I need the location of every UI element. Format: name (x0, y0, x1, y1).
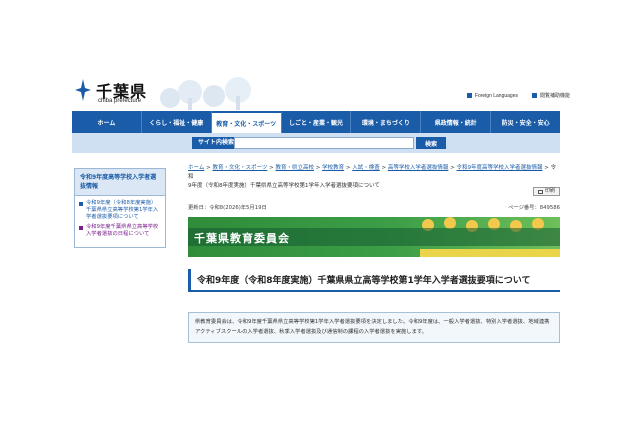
sidebar-item-guideline[interactable]: 令和9年度（令和8年度実施）千葉県県立高等学校第1学年入学者選抜要項について (79, 200, 161, 221)
nav-item-government[interactable]: 県政情報・統計 (421, 111, 492, 133)
search-label: サイト内検索 (192, 137, 241, 149)
nav-item-education[interactable]: 教育・文化・スポーツ (211, 111, 282, 133)
nav-item-home[interactable]: ホーム (72, 111, 142, 133)
nav-item-safety[interactable]: 防災・安全・安心 (491, 111, 560, 133)
chiba-star-icon (75, 79, 91, 101)
bullet-icon (79, 226, 83, 230)
utility-links: Foreign Languages 閲覧補助機能 (466, 92, 570, 99)
sidebar-heading[interactable]: 令和9年度高等学校入学者選抜情報 (75, 169, 165, 196)
site-header: 千葉県 chiba prefecture Foreign Languages 閲… (0, 0, 640, 110)
breadcrumb-highschool-selection[interactable]: 高等学校入学者選抜情報 (388, 165, 449, 171)
page-body: 県教育委員会は、令和9年度千葉県県立高等学校第1学年入学者選抜要項を決定しました… (188, 312, 560, 343)
logo-subtitle: chiba prefecture (98, 98, 142, 104)
breadcrumb: ホーム > 教育・文化・スポーツ > 教育・県立高校 > 学校教育 > 入試・検… (188, 164, 560, 191)
print-label: 印刷 (544, 188, 555, 194)
breadcrumb-school-education[interactable]: 学校教育 (322, 165, 344, 171)
nav-item-work[interactable]: しごと・産業・観光 (282, 111, 352, 133)
accessibility-icon (531, 93, 537, 98)
page-meta: 更新日：令和8(2026)年5月19日 ページ番号：849586 (188, 203, 560, 213)
search-bar: サイト内検索 検索 (72, 133, 560, 153)
global-nav: ホーム くらし・福祉・健康 教育・文化・スポーツ しごと・産業・観光 環境・まち… (72, 111, 560, 133)
sidebar: 令和9年度高等学校入学者選抜情報 令和9年度（令和8年度実施）千葉県県立高等学校… (74, 168, 166, 248)
foreign-languages-link[interactable]: Foreign Languages (466, 92, 518, 99)
search-button[interactable]: 検索 (416, 137, 446, 149)
accessibility-label: 閲覧補助機能 (539, 93, 570, 99)
breadcrumb-separator: > (313, 165, 323, 171)
breadcrumb-education[interactable]: 教育・文化・スポーツ (212, 165, 267, 171)
page-number: ページ番号：849586 (508, 205, 560, 211)
board-of-education-banner: 千葉県教育委員会 (188, 217, 560, 257)
updated-date: 更新日：令和8(2026)年5月19日 (188, 205, 267, 211)
breadcrumb-current: 9年度（令和8年度実施）千葉県県立高等学校第1学年入学者選抜要項について (188, 183, 380, 189)
sidebar-item-label: 令和9年度（令和8年度実施）千葉県県立高等学校第1学年入学者選抜要項について (86, 200, 159, 220)
decorative-scenery-illustration (160, 77, 251, 110)
globe-icon (466, 93, 472, 98)
page-title: 令和9年度（令和8年度実施）千葉県県立高等学校第1学年入学者選抜要項について (188, 269, 560, 292)
breadcrumb-schools[interactable]: 教育・県立高校 (275, 165, 314, 171)
foreign-languages-label: Foreign Languages (474, 92, 518, 99)
breadcrumb-separator: > (379, 165, 388, 171)
breadcrumb-separator: > (344, 165, 353, 171)
search-input[interactable] (234, 137, 414, 149)
accessibility-link[interactable]: 閲覧補助機能 (531, 92, 570, 99)
nav-item-living[interactable]: くらし・福祉・健康 (142, 111, 212, 133)
print-button[interactable]: 印刷 (532, 187, 560, 196)
sidebar-list: 令和9年度（令和8年度実施）千葉県県立高等学校第1学年入学者選抜要項について 令… (75, 196, 165, 247)
nav-item-environment[interactable]: 環境・まちづくり (351, 111, 422, 133)
sidebar-item-schedule[interactable]: 令和9年度千葉県県立高等学校入学者選抜の日程について (79, 224, 161, 238)
banner-title: 千葉県教育委員会 (194, 232, 290, 245)
sidebar-item-label: 令和9年度千葉県県立高等学校入学者選抜の日程について (86, 224, 159, 237)
breadcrumb-exams[interactable]: 入試・検査 (352, 165, 380, 171)
printer-icon (537, 189, 543, 194)
bullet-icon (79, 202, 83, 206)
main-content: ホーム > 教育・文化・スポーツ > 教育・県立高校 > 学校教育 > 入試・検… (188, 164, 560, 343)
breadcrumb-home[interactable]: ホーム (188, 165, 204, 171)
breadcrumb-r9-selection[interactable]: 令和9年度高等学校入学者選抜情報 (456, 165, 542, 171)
